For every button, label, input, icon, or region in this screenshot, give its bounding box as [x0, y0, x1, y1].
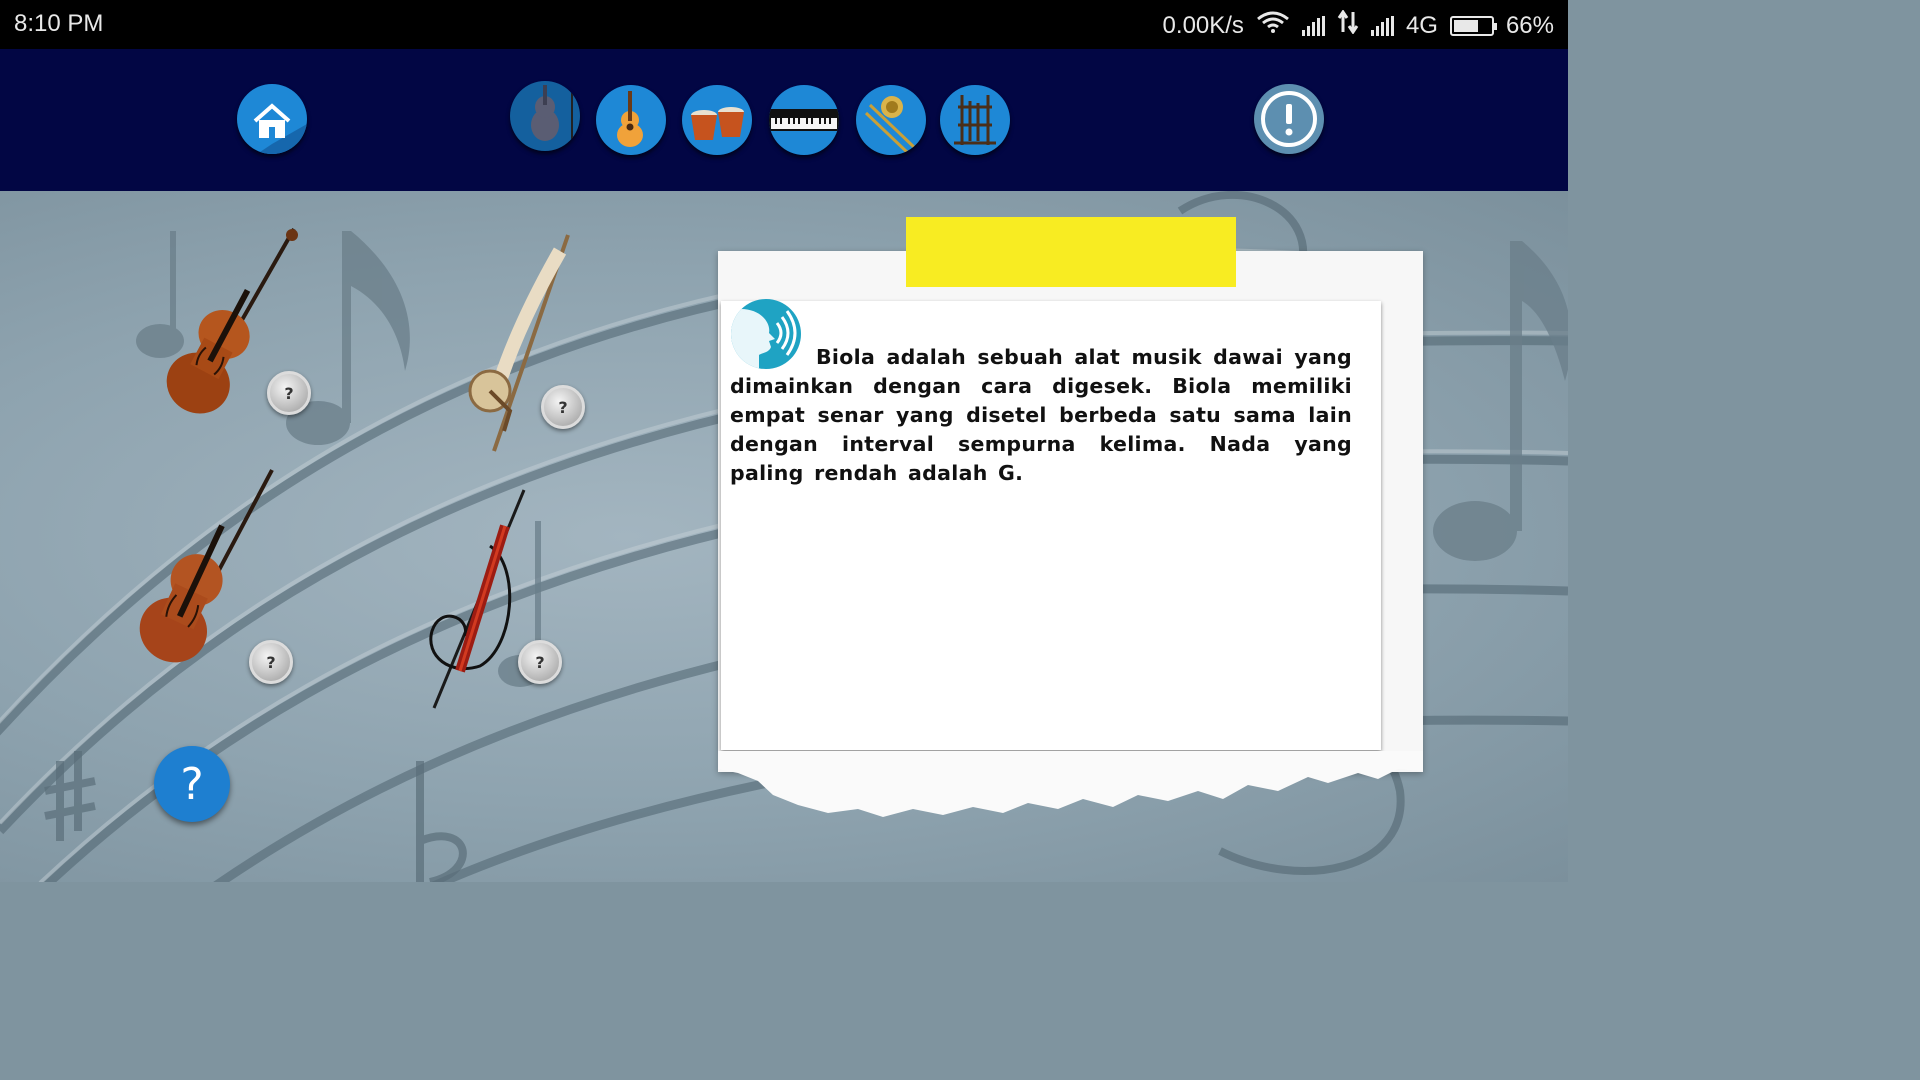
battery-fill: [1453, 19, 1478, 32]
status-bar: 8:10 PM 0.00K/s 4G 66%: [0, 0, 1568, 49]
violin-hint-button[interactable]: ?: [267, 371, 311, 415]
double-bass-hint-button[interactable]: ?: [249, 640, 293, 684]
category-brass-button[interactable]: [856, 85, 926, 155]
category-string-button[interactable]: [510, 81, 580, 151]
yellow-tape: [906, 217, 1236, 287]
help-button[interactable]: ?: [154, 746, 230, 822]
network-type: 4G: [1405, 11, 1438, 39]
instrument-description: Biola adalah sebuah alat musik dawai yan…: [730, 345, 1352, 485]
info-button[interactable]: [1254, 84, 1324, 154]
torn-paper-edge: [718, 751, 1423, 817]
keyboard-icon: [769, 109, 839, 131]
violin-icon: [531, 85, 573, 147]
info-icon: [1261, 91, 1317, 147]
home-button[interactable]: [237, 84, 307, 154]
angklung-icon: [954, 95, 996, 145]
electric-cello-image[interactable]: [420, 486, 540, 716]
status-time: 8:10 PM: [14, 10, 104, 37]
status-indicators: 0.00K/s 4G 66%: [1162, 9, 1554, 41]
battery-percent: 66%: [1505, 11, 1554, 39]
data-transfer-icon: [1337, 9, 1359, 41]
bongo-drums-icon: [691, 107, 744, 140]
info-card: Biola adalah sebuah alat musik dawai yan…: [721, 299, 1381, 750]
signal-icon: [1301, 15, 1325, 36]
guitar-icon: [617, 91, 643, 147]
battery-icon: [1449, 15, 1497, 36]
double-bass-image[interactable]: [130, 466, 280, 666]
top-navigation: [0, 49, 1568, 191]
trombone-icon: [864, 96, 918, 155]
category-guitar-button[interactable]: [596, 85, 666, 155]
category-keyboard-button[interactable]: [769, 85, 839, 155]
rebab-hint-button[interactable]: ?: [541, 385, 585, 429]
category-percussion-button[interactable]: [682, 85, 752, 155]
category-traditional-button[interactable]: [940, 85, 1010, 155]
wifi-icon: [1256, 11, 1290, 40]
network-speed: 0.00K/s: [1162, 11, 1244, 39]
electric-cello-hint-button[interactable]: ?: [518, 640, 562, 684]
main-stage: ? ? ? ? ? Biola adalah sebuah alat musik…: [0, 191, 1568, 882]
signal-icon-2: [1370, 15, 1394, 36]
home-icon: [253, 103, 307, 154]
